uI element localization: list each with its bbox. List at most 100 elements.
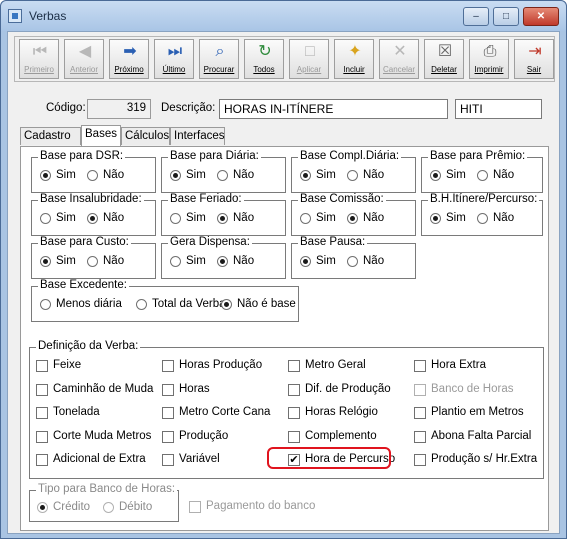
radio-sim[interactable] xyxy=(300,170,311,181)
checkbox-producao-s-hr-extra[interactable] xyxy=(414,454,426,466)
checkbox-horas-producao[interactable] xyxy=(162,360,174,372)
checkbox-horas-relogio[interactable] xyxy=(288,407,300,419)
checkbox-label: Horas Relógio xyxy=(305,406,378,418)
tab-cadastro[interactable]: Cadastro xyxy=(20,127,81,145)
primeiro-button[interactable]: ⏮ Primeiro xyxy=(19,39,59,79)
anterior-button[interactable]: ◀ Anterior xyxy=(64,39,104,79)
descricao-field[interactable]: HORAS IN-ITÍNERE xyxy=(219,99,448,119)
checkbox-label: Caminhão de Muda xyxy=(53,382,154,395)
printer-icon: ⎙ xyxy=(483,43,497,60)
checkbox-complemento[interactable] xyxy=(288,430,300,443)
group-title: Base Insalubridade: xyxy=(38,193,144,205)
checkbox-hora-extra[interactable] xyxy=(414,360,426,372)
procurar-button[interactable]: ⌕ Procurar xyxy=(199,39,239,79)
minimize-button[interactable]: – xyxy=(463,7,489,26)
radio-nao[interactable] xyxy=(347,256,358,267)
base-para-premio-group: Base para Prêmio: Sim Não xyxy=(421,150,543,193)
checkbox-producao[interactable] xyxy=(162,430,174,443)
checkbox-label: Metro Corte Cana xyxy=(179,406,271,418)
radio-label: Não é base xyxy=(237,298,296,310)
maximize-button[interactable]: □ xyxy=(493,7,519,26)
radio-label: Sim xyxy=(186,169,206,181)
radio-sim[interactable] xyxy=(40,256,51,267)
radio-menos-diaria[interactable] xyxy=(40,299,51,310)
checkbox-label: Plantio em Metros xyxy=(431,406,524,418)
radio-sim[interactable] xyxy=(40,170,51,181)
tab-interfaces[interactable]: Interfaces xyxy=(170,127,225,145)
radio-debito[interactable] xyxy=(103,502,114,513)
radio-nao[interactable] xyxy=(87,256,98,267)
radio-label: Não xyxy=(363,169,385,181)
radio-nao[interactable] xyxy=(217,256,228,267)
exit-icon: ⇥ xyxy=(528,43,542,60)
title-bar[interactable]: Verbas – □ ✕ xyxy=(1,1,566,31)
base-insalubridade-group: Base Insalubridade: Sim Não xyxy=(31,193,156,236)
checkbox-metro-corte-cana[interactable] xyxy=(162,407,174,419)
checkbox-label: Corte Muda Metros xyxy=(53,429,152,442)
radio-nao[interactable] xyxy=(477,213,488,224)
radio-label: Não xyxy=(363,212,385,224)
radio-nao[interactable] xyxy=(217,170,228,181)
checkbox-adicional-de-extra[interactable] xyxy=(36,454,48,466)
group-title: Definição da Verba: xyxy=(36,340,141,352)
checkbox-label: Banco de Horas xyxy=(431,382,514,395)
checkbox-banco-de-horas[interactable] xyxy=(414,383,426,396)
proximo-button[interactable]: ➡ Próximo xyxy=(109,39,149,79)
checkbox-tonelada[interactable] xyxy=(36,407,48,419)
imprimir-button[interactable]: ⎙ Imprimir xyxy=(469,39,509,79)
checkbox-horas[interactable] xyxy=(162,383,174,396)
radio-nao[interactable] xyxy=(347,213,358,224)
radio-label: Não xyxy=(233,255,255,267)
tab-bases[interactable]: Bases xyxy=(81,125,121,146)
radio-nao[interactable] xyxy=(87,170,98,181)
cancelar-button[interactable]: ✕ Cancelar xyxy=(379,39,419,79)
radio-nao[interactable] xyxy=(477,170,488,181)
new-icon: ✦ xyxy=(348,43,362,60)
checkbox-feixe[interactable] xyxy=(36,360,48,372)
radio-credito[interactable] xyxy=(37,502,48,513)
toolbar-label: Deletar xyxy=(431,65,457,74)
checkbox-caminhao-de-muda[interactable] xyxy=(36,383,48,396)
radio-sim[interactable] xyxy=(170,256,181,267)
checkbox-abona-falta-parcial[interactable] xyxy=(414,430,426,443)
b-h-itinere-percurso-group: B.H.Itínere/Percurso: Sim Não xyxy=(421,193,543,236)
radio-label: Crédito xyxy=(53,501,91,513)
close-button[interactable]: ✕ xyxy=(523,7,559,26)
sair-button[interactable]: ⇥ Sair xyxy=(514,39,554,79)
toolbar-label: Procurar xyxy=(203,65,235,74)
todos-button[interactable]: ↻ Todos xyxy=(244,39,284,79)
radio-label: Sim xyxy=(186,255,206,267)
radio-label: Não xyxy=(233,212,255,224)
radio-label: Não xyxy=(103,255,125,267)
radio-nao[interactable] xyxy=(87,213,98,224)
radio-sim[interactable] xyxy=(300,213,311,224)
group-title: Base Feriado: xyxy=(168,193,244,205)
radio-label: Não xyxy=(103,212,125,224)
base-excedente-group: Base Excedente: Menos diária Total da Verb… xyxy=(31,279,299,322)
checkbox-corte-muda-metros[interactable] xyxy=(36,430,48,443)
checkbox-plantio-em-metros[interactable] xyxy=(414,407,426,419)
radio-sim[interactable] xyxy=(430,170,441,181)
abreviacao-field[interactable]: HITI xyxy=(455,99,542,119)
checkbox-variavel[interactable] xyxy=(162,454,174,466)
radio-sim[interactable] xyxy=(40,213,51,224)
checkbox-metro-geral[interactable] xyxy=(288,360,300,372)
checkbox-label: Horas xyxy=(179,382,210,395)
radio-sim[interactable] xyxy=(170,213,181,224)
ultimo-button[interactable]: ⏭ Último xyxy=(154,39,194,79)
checkbox-pagamento-banco[interactable] xyxy=(189,501,201,513)
radio-sim[interactable] xyxy=(430,213,441,224)
radio-nao[interactable] xyxy=(217,213,228,224)
tab-calculos[interactable]: Cálculos xyxy=(121,127,170,145)
radio-sim[interactable] xyxy=(170,170,181,181)
radio-sim[interactable] xyxy=(300,256,311,267)
radio-label: Total da Verba xyxy=(152,298,226,310)
checkbox-dif-de-producao[interactable] xyxy=(288,383,300,396)
deletar-button[interactable]: ☒ Deletar xyxy=(424,39,464,79)
incluir-button[interactable]: ✦ Incluir xyxy=(334,39,374,79)
radio-nao[interactable] xyxy=(347,170,358,181)
radio-nao-e-base[interactable] xyxy=(221,299,232,310)
radio-total-da-verba[interactable] xyxy=(136,299,147,310)
checkbox-label: Produção s/ Hr.Extra xyxy=(431,453,538,465)
aplicar-button[interactable]: □ Aplicar xyxy=(289,39,329,79)
